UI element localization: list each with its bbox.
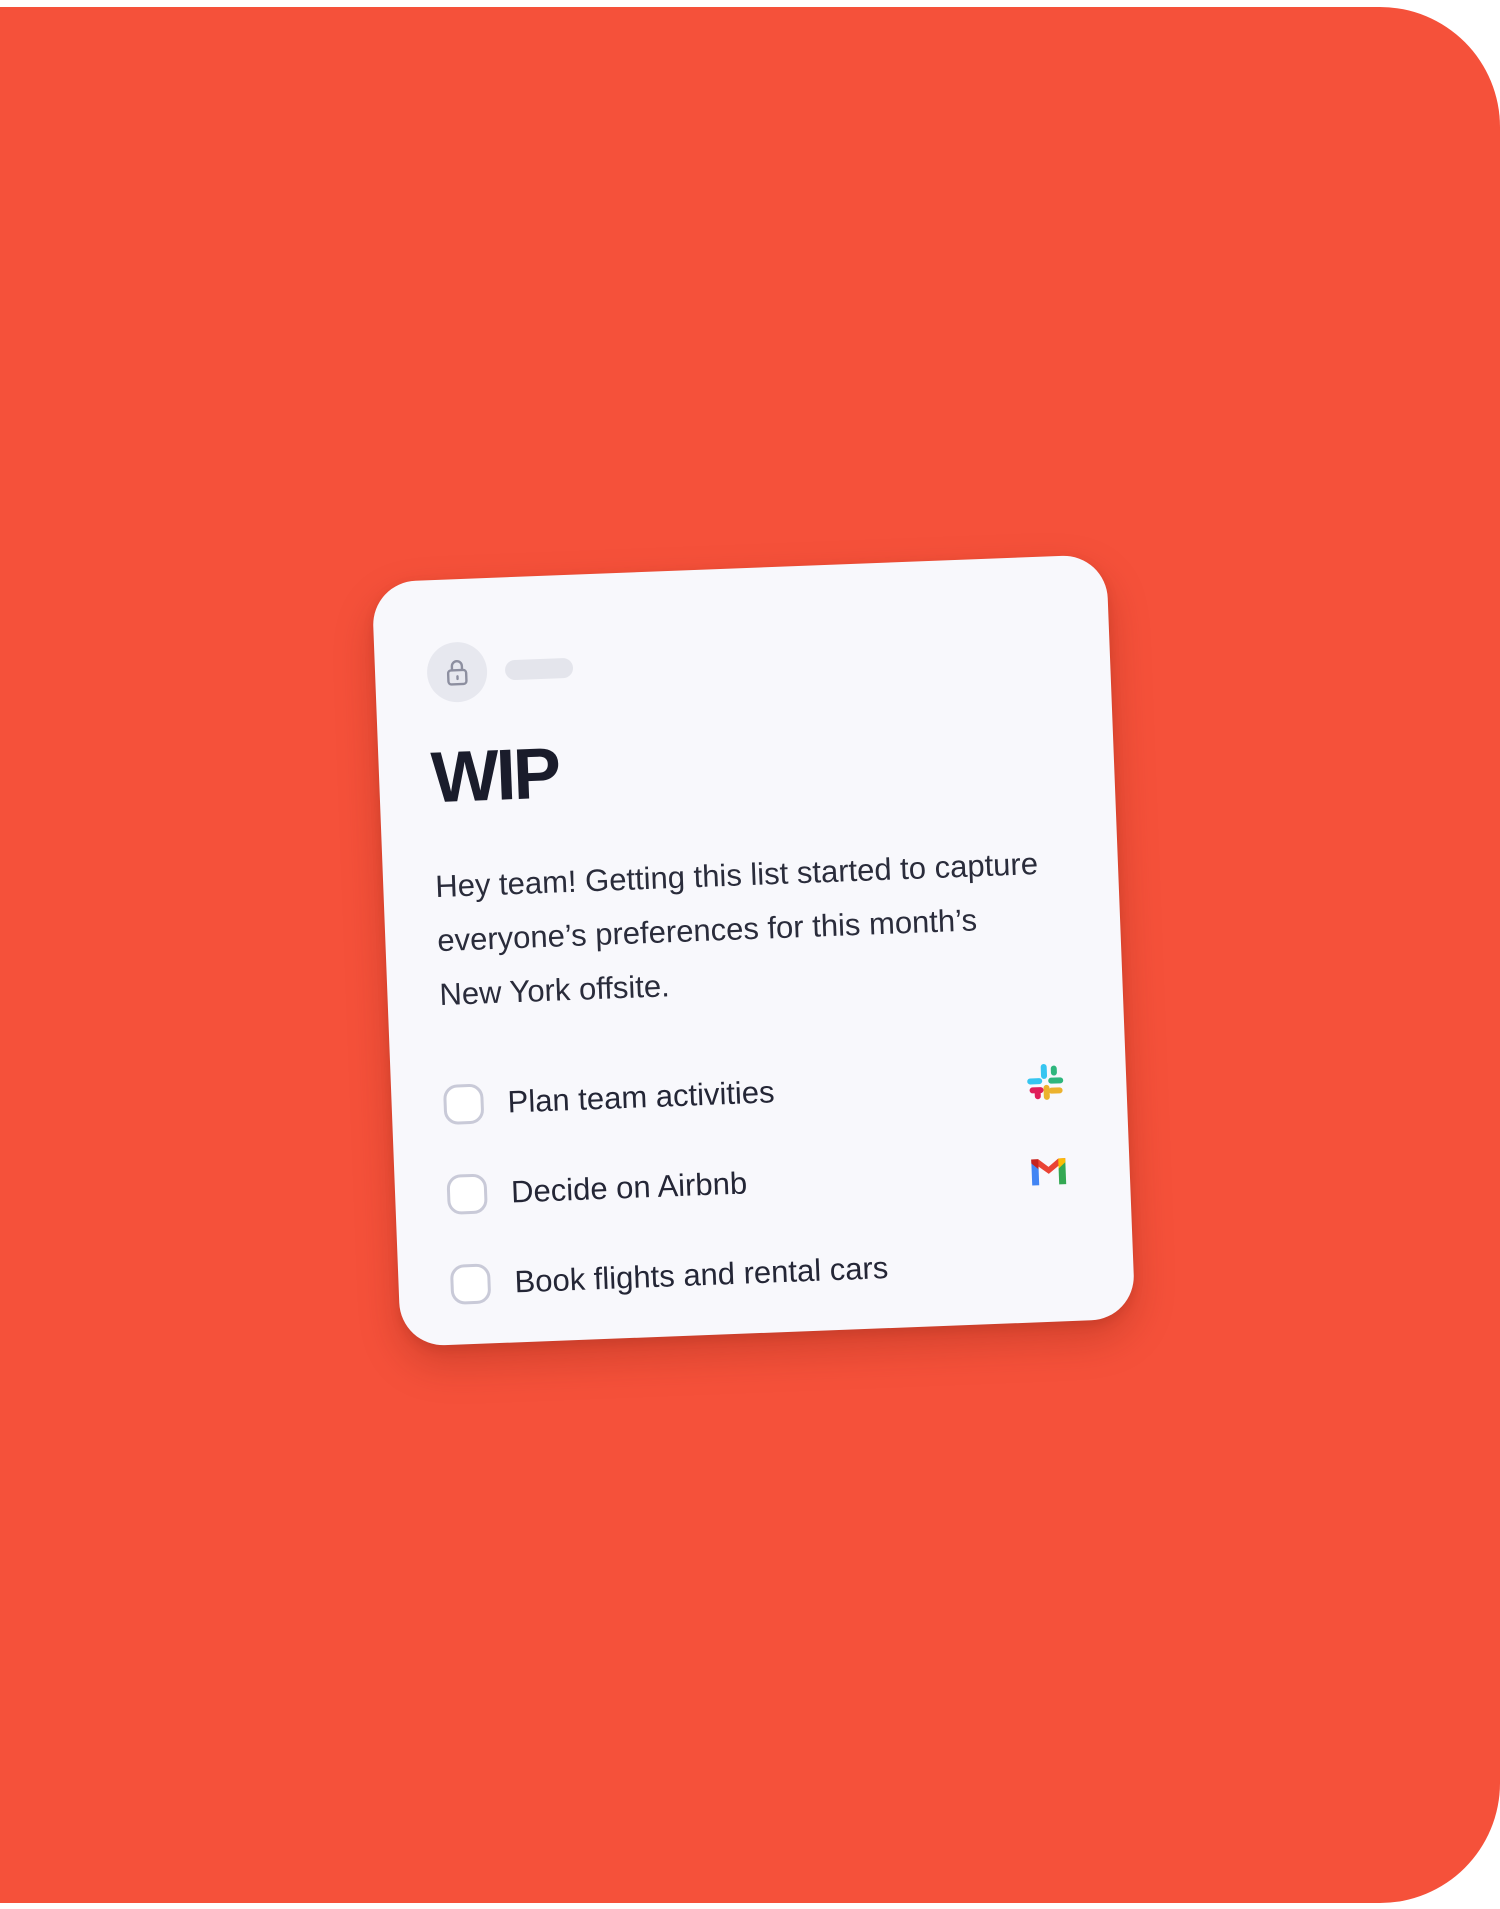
card-title: WIP (429, 733, 560, 819)
todo-card[interactable]: WIP Hey team! Getting this list started … (371, 554, 1136, 1347)
task-checkbox[interactable] (449, 1263, 492, 1305)
task-label: Decide on Airbnb (510, 1165, 748, 1210)
task-checkbox[interactable] (446, 1173, 488, 1215)
task-label: Book flights and rental cars (513, 1250, 889, 1300)
task-list: Plan team activities Decide on Airbnb Bo… (442, 1036, 1083, 1330)
lock-icon (446, 660, 468, 686)
task-checkbox[interactable] (442, 1083, 485, 1125)
header-placeholder-pill (504, 657, 574, 681)
slack-icon (1027, 1063, 1064, 1100)
gmail-icon (1031, 1158, 1067, 1186)
lock-button[interactable] (425, 641, 489, 704)
task-label: Plan team activities (506, 1074, 776, 1120)
card-description: Hey team! Getting this list started to c… (434, 846, 1039, 1013)
card-header (425, 618, 1059, 704)
